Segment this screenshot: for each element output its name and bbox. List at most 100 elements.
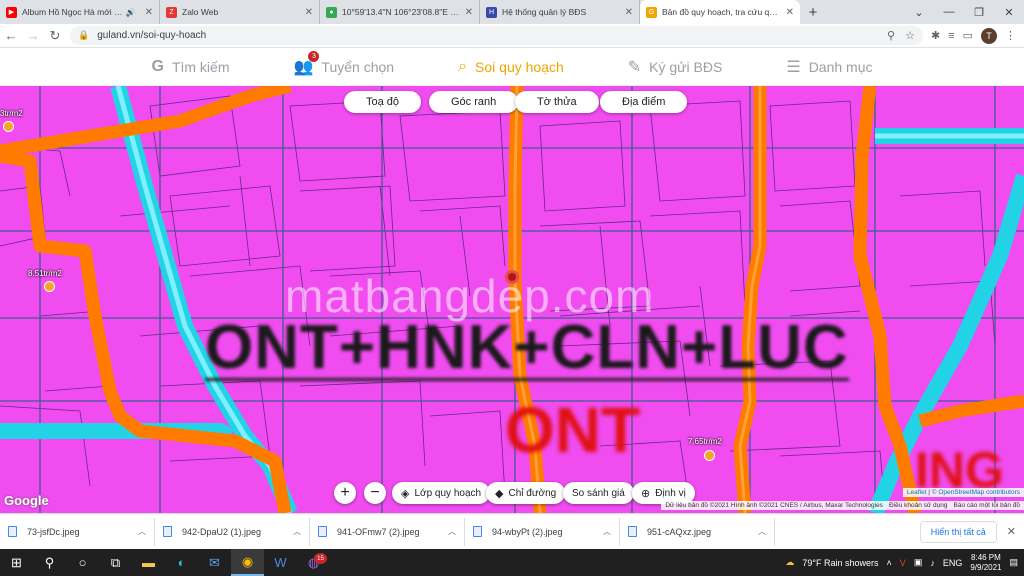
tab-guland[interactable]: G Bản đồ quy hoạch, tra cứu quy h ✕ (640, 0, 800, 24)
chevron-up-icon[interactable]: ︿ (758, 526, 766, 537)
nav-catalog[interactable]: ☰ Danh mục (786, 57, 872, 77)
language-indicator[interactable]: ENG (943, 558, 963, 568)
minimize-icon[interactable]: — (934, 6, 964, 18)
tab-zalo[interactable]: Z Zalo Web ✕ (160, 0, 320, 24)
lock-icon[interactable]: 🔒 (78, 30, 89, 41)
menu-icon[interactable]: ⋮ (1005, 29, 1016, 42)
weather-icon[interactable]: ☁ (785, 557, 794, 568)
file-explorer-icon[interactable]: ▬ (132, 549, 165, 576)
layers-label: Lớp quy hoạch (414, 487, 482, 499)
edge-icon[interactable]: ◐ (165, 549, 198, 576)
cast-icon[interactable]: ▭ (963, 29, 973, 42)
chevron-up-icon[interactable]: ︿ (603, 526, 611, 537)
windows-start-icon[interactable]: ⊞ (0, 549, 33, 576)
download-item[interactable]: 73-jsfDc.jpeg ︿ (0, 517, 155, 546)
bookmark-star-icon[interactable]: ☆ (905, 29, 915, 42)
youtube-icon: ▶ (6, 6, 17, 18)
tab-youtube[interactable]: ▶ Album Hồ Ngọc Hà mới nhấ 🔊 ✕ (0, 0, 160, 24)
search-icon[interactable]: ⚲ (33, 549, 66, 576)
url-bar[interactable]: 🔒 guland.vn/soi-quy-hoach ⚲ ☆ (70, 26, 923, 45)
word-icon[interactable]: W (264, 549, 297, 576)
guland-icon: G (646, 6, 657, 18)
avatar[interactable]: T (981, 27, 997, 44)
download-item[interactable]: 941-OFmw7 (2).jpeg ︿ (310, 517, 465, 546)
clock[interactable]: 8:46 PM 9/9/2021 (970, 553, 1001, 573)
browser-tab-bar: ▶ Album Hồ Ngọc Hà mới nhấ 🔊 ✕ Z Zalo We… (0, 0, 1024, 24)
back-icon[interactable]: ← (0, 28, 22, 43)
new-tab-button[interactable]: + (800, 0, 826, 24)
file-icon (163, 526, 172, 537)
tab-google-maps[interactable]: ● 10°59'13.4"N 106°23'08.8"E - Goo ✕ (320, 0, 480, 24)
weather-text[interactable]: 79°F Rain showers (802, 558, 878, 568)
tab-corner-boundary[interactable]: Góc ranh (429, 91, 519, 113)
tab-location[interactable]: Địa điểm (600, 91, 688, 113)
cortana-icon[interactable]: ○ (66, 549, 99, 576)
price-marker-icon[interactable] (44, 281, 55, 292)
speaker-icon[interactable]: 🔊 (126, 8, 136, 17)
tab-title: Hệ thống quản lý BĐS (502, 7, 587, 17)
layers-button[interactable]: ◈ Lớp quy hoạch (392, 482, 491, 504)
chevron-up-icon[interactable]: ︿ (448, 526, 456, 537)
chrome-icon[interactable]: ◉ (231, 549, 264, 576)
tab-parcel-sheet[interactable]: Tờ thửa (515, 91, 599, 113)
report-link[interactable]: Báo cáo một lỗi bản đồ (954, 502, 1021, 509)
task-view-icon[interactable]: ⧉ (99, 549, 132, 576)
download-filename: 951-cAQxz.jpeg (647, 526, 712, 537)
reload-icon[interactable]: ↻ (44, 28, 66, 44)
close-icon[interactable]: ✕ (1007, 525, 1016, 538)
tab-coordinates[interactable]: Toạ độ (344, 91, 422, 113)
nav-planning[interactable]: ⌕ Soi quy hoạch (458, 58, 564, 76)
nav-consign[interactable]: ✎ Ký gửi BĐS (628, 57, 723, 77)
chat-app-icon[interactable]: ◍ 15 (297, 549, 330, 576)
map-data-text: Dữ liệu bản đồ ©2021 Hình ảnh ©2021 CNES… (665, 502, 883, 509)
directions-icon: ◆ (495, 487, 504, 500)
planning-map[interactable]: Toạ độ Góc ranh Tờ thửa Địa điểm 3tr/m2 … (0, 86, 1024, 513)
crosshair-icon: ⊕ (641, 487, 651, 500)
leaflet-link[interactable]: Leaflet (907, 489, 927, 496)
network-icon[interactable]: ▣ (914, 557, 923, 568)
tab-bds[interactable]: H Hệ thống quản lý BĐS ✕ (480, 0, 640, 24)
download-item[interactable]: 94-wbyPt (2).jpeg ︿ (465, 517, 620, 546)
extensions-icon[interactable]: ✱ (931, 29, 940, 42)
zoom-in-button[interactable]: + (334, 482, 356, 504)
chevron-up-icon[interactable]: ︿ (293, 526, 301, 537)
osm-link[interactable]: © OpenStreetMap contributors (932, 489, 1020, 496)
nav-search[interactable]: G Tìm kiếm (151, 58, 229, 76)
price-label: 3tr/m2 (0, 109, 23, 118)
chevron-up-icon[interactable]: ˄ (887, 558, 892, 568)
price-marker-icon[interactable] (3, 121, 14, 132)
close-icon[interactable]: ✕ (305, 7, 313, 18)
maximize-icon[interactable]: ❐ (964, 6, 994, 19)
location-icon[interactable]: ⚲ (887, 29, 895, 42)
edit-icon: ✎ (627, 58, 642, 76)
zoom-out-button[interactable]: − (364, 482, 386, 504)
file-icon (628, 526, 637, 537)
terms-link[interactable]: Điều khoản sử dụng (889, 502, 948, 509)
volume-icon[interactable]: ♪ (930, 558, 935, 568)
close-icon[interactable]: ✕ (786, 7, 794, 18)
tab-search-icon[interactable]: ⌄ (904, 6, 934, 19)
forward-icon[interactable]: → (22, 28, 44, 43)
show-all-downloads-button[interactable]: Hiển thị tất cả (919, 520, 997, 543)
price-marker-icon[interactable] (704, 450, 715, 461)
map-attribution: Leaflet | © OpenStreetMap contributors (902, 488, 1024, 497)
nav-curated[interactable]: 👥 3 Tuyển chọn (294, 50, 394, 77)
notifications-icon[interactable]: ▤ (1009, 557, 1018, 568)
notification-badge: 15 (314, 553, 327, 564)
close-icon[interactable]: ✕ (465, 7, 473, 18)
compare-price-button[interactable]: So sánh giá (563, 482, 634, 504)
playlist-icon[interactable]: ≡ (948, 30, 954, 42)
file-icon (318, 526, 327, 537)
mail-icon[interactable]: ✉ (198, 549, 231, 576)
close-icon[interactable]: ✕ (625, 7, 633, 18)
directions-button[interactable]: ◆ Chỉ đường (486, 482, 566, 504)
close-window-icon[interactable]: ✕ (994, 6, 1024, 19)
chevron-up-icon[interactable]: ︿ (138, 526, 146, 537)
tab-title: Bản đồ quy hoạch, tra cứu quy h (662, 7, 782, 17)
close-icon[interactable]: ✕ (145, 7, 153, 18)
download-item[interactable]: 942-DpaU2 (1).jpeg ︿ (155, 517, 310, 546)
site-icon: H (486, 6, 497, 18)
download-item[interactable]: 951-cAQxz.jpeg ︿ (620, 517, 775, 546)
system-tray: ☁ 79°F Rain showers ˄ V ▣ ♪ ENG 8:46 PM … (785, 553, 1024, 573)
antivirus-icon[interactable]: V (900, 558, 906, 568)
